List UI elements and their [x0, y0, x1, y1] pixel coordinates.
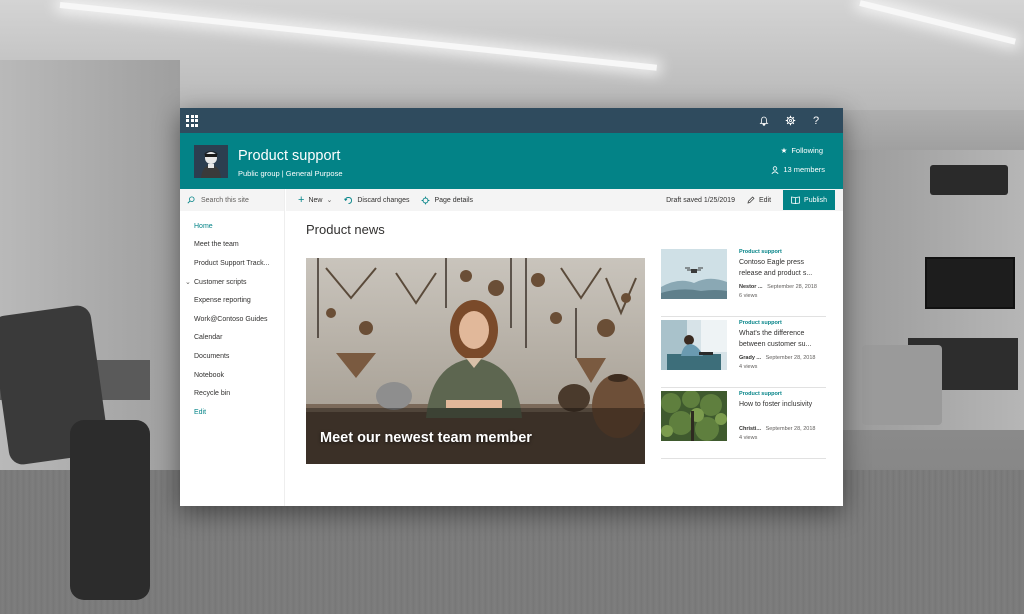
card-thumbnail-forest [661, 391, 727, 441]
site-logo[interactable] [194, 145, 228, 178]
site-header: Product support Public group | General P… [180, 133, 843, 189]
discard-icon [344, 196, 353, 204]
hero-caption[interactable]: Meet our newest team member [320, 430, 532, 446]
app-launcher-icon[interactable] [186, 114, 198, 127]
nav-item-label: Customer scripts [194, 278, 247, 286]
nav-item-notebook[interactable]: Notebook [180, 366, 284, 385]
card-category: Product support [739, 249, 782, 255]
nav-item-recycle-bin[interactable]: Recycle bin [180, 384, 284, 403]
gear-icon[interactable] [783, 114, 797, 128]
card-meta: Grady ... September 28, 2018 [739, 355, 829, 361]
nav-item-work-contoso-guides[interactable]: Work@Contoso Guides [180, 310, 284, 329]
suite-bar: ? [180, 108, 843, 133]
gear-icon [422, 196, 430, 204]
card-views: 4 views [739, 364, 758, 370]
office-chair [70, 420, 150, 600]
news-card[interactable]: Product support What's the difference be… [661, 318, 826, 388]
air-conditioner [930, 165, 1008, 195]
publish-button[interactable]: Publish [783, 190, 835, 210]
news-section-title: Product news [306, 222, 385, 237]
page-details-button[interactable]: Page details [415, 189, 479, 211]
pencil-icon [747, 196, 755, 204]
help-icon[interactable]: ? [809, 114, 823, 128]
card-thumbnail-person [661, 320, 727, 370]
plus-icon: + [298, 194, 305, 206]
follow-label: Following [791, 146, 823, 155]
draft-status: Draft saved 1/25/2019 [666, 196, 735, 204]
hero-news-item[interactable]: Meet our newest team member [306, 258, 645, 464]
person-icon [771, 165, 779, 174]
sharepoint-window: ? Product support Public group | General… [180, 108, 843, 506]
command-bar: + New ⌄ Discard changes Page details Dra… [286, 189, 843, 211]
chevron-down-icon[interactable]: ⌄ [185, 278, 191, 286]
card-date: September 28, 2018 [767, 284, 817, 290]
card-meta: Christi... September 28, 2018 [739, 426, 829, 432]
news-card[interactable]: Product support How to foster inclusivit… [661, 389, 826, 459]
nav-item-product-support-tracker[interactable]: Product Support Track... [180, 254, 284, 273]
book-icon [791, 196, 800, 204]
card-category: Product support [739, 320, 782, 326]
nav-item-expense-reporting[interactable]: Expense reporting [180, 291, 284, 310]
site-title[interactable]: Product support [238, 148, 340, 164]
bell-icon[interactable] [757, 114, 771, 128]
page-details-label: Page details [434, 196, 473, 204]
discard-changes-button[interactable]: Discard changes [338, 189, 415, 211]
nav-list: Home Meet the team Product Support Track… [180, 211, 284, 422]
nav-item-home[interactable]: Home [180, 217, 284, 236]
members-button[interactable]: 13 members [771, 165, 825, 174]
follow-button[interactable]: ★ Following [781, 146, 823, 155]
left-navigation: Search this site Home Meet the team Prod… [180, 189, 285, 506]
card-author: Nestor ... [739, 284, 763, 290]
card-category: Product support [739, 391, 782, 397]
search-box[interactable]: Search this site [180, 189, 284, 211]
new-label: New [308, 196, 323, 204]
card-title[interactable]: How to foster inclusivity [739, 400, 825, 411]
discard-label: Discard changes [357, 196, 410, 204]
card-views: 6 views [739, 293, 758, 299]
edit-button[interactable]: Edit [741, 189, 777, 211]
nav-edit-link[interactable]: Edit [180, 403, 284, 422]
publish-label: Publish [804, 196, 827, 204]
nav-item-customer-scripts[interactable]: ⌄ Customer scripts [180, 273, 284, 292]
card-title[interactable]: What's the difference between customer s… [739, 329, 825, 350]
new-button[interactable]: + New ⌄ [286, 189, 338, 211]
card-date: September 28, 2018 [765, 426, 816, 432]
card-title[interactable]: Contoso Eagle press release and product … [739, 258, 825, 279]
card-views: 4 views [739, 435, 758, 441]
members-label: 13 members [783, 165, 825, 174]
card-thumbnail-drone [661, 249, 727, 299]
search-icon [187, 196, 195, 204]
nav-item-meet-the-team[interactable]: Meet the team [180, 236, 284, 255]
card-author: Grady ... [739, 355, 762, 361]
wall-tv [925, 257, 1015, 309]
site-subtitle: Public group | General Purpose [238, 169, 343, 178]
main-content: Product news Meet our newest team member… [286, 211, 843, 506]
search-input[interactable]: Search this site [201, 197, 249, 204]
chevron-down-icon: ⌄ [326, 197, 333, 204]
news-cards: Product support Contoso Eagle press rele… [661, 247, 826, 460]
edit-label: Edit [758, 196, 772, 204]
card-meta: Nestor ... September 28, 2018 [739, 284, 829, 290]
card-author: Christi... [739, 426, 762, 432]
nav-item-calendar[interactable]: Calendar [180, 329, 284, 348]
news-card[interactable]: Product support Contoso Eagle press rele… [661, 247, 826, 317]
star-icon: ★ [780, 146, 788, 155]
sofa [862, 345, 942, 425]
nav-item-documents[interactable]: Documents [180, 347, 284, 366]
page-body: Search this site Home Meet the team Prod… [180, 189, 843, 506]
card-date: September 28, 2018 [765, 355, 816, 361]
